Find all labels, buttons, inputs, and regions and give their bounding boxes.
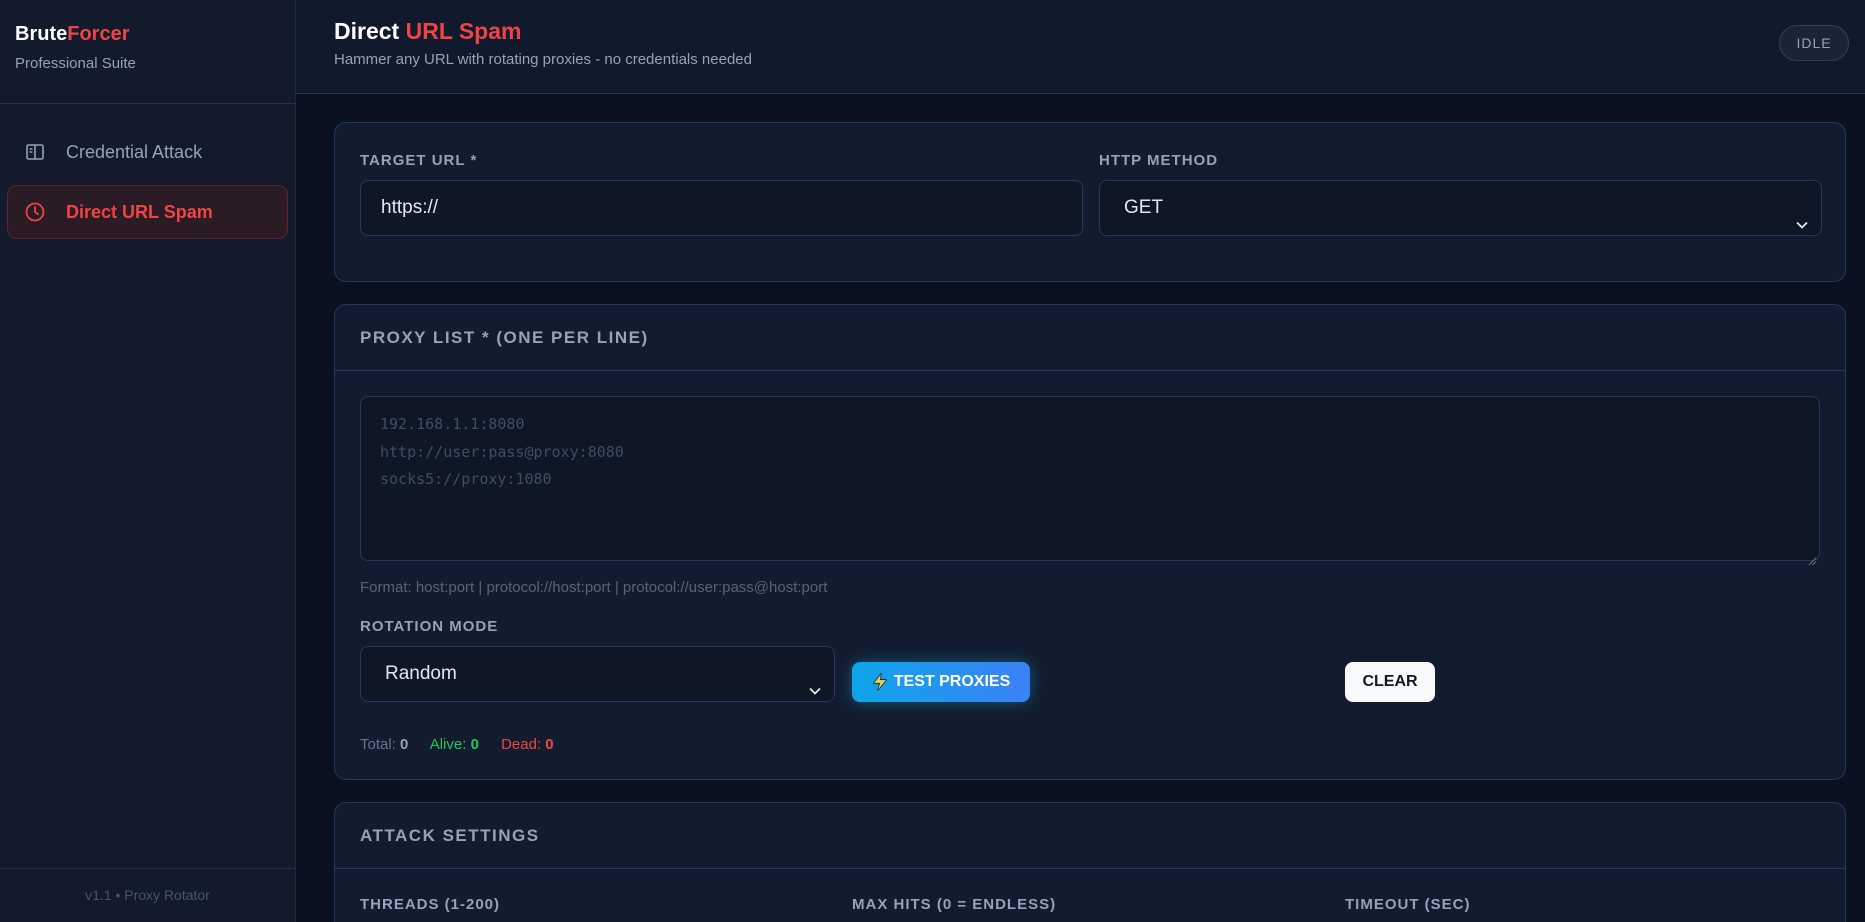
brand-title: BruteForcer	[15, 22, 280, 46]
page-title-second: URL Spam	[405, 18, 522, 44]
proxy-section-title: PROXY LIST * (ONE PER LINE)	[335, 305, 1845, 371]
stat-alive: Alive: 0	[430, 736, 479, 753]
sidebar-item-credential-attack[interactable]: Credential Attack	[7, 125, 288, 179]
brand-subtitle: Professional Suite	[15, 55, 136, 72]
clock-icon	[24, 201, 46, 223]
http-method-label: HTTP METHOD	[1099, 152, 1219, 169]
sidebar-panel-icon	[24, 141, 46, 163]
sidebar: BruteForcer Professional Suite Credentia…	[0, 0, 296, 922]
chevron-down-icon	[1795, 200, 1809, 229]
placeholder-line: socks5://proxy:1080	[380, 470, 552, 488]
placeholder-line: http://user:pass@proxy:8080	[380, 442, 624, 461]
placeholder-line: 192.168.1.1:8080	[380, 415, 525, 433]
max-hits-label: MAX HITS (0 = ENDLESS)	[852, 896, 1057, 913]
stat-total-value: 0	[400, 736, 409, 753]
page-title-first: Direct	[334, 18, 400, 44]
stat-dead-value: 0	[545, 736, 554, 753]
sidebar-item-label: Credential Attack	[66, 141, 203, 162]
test-proxies-button[interactable]: TEST PROXIES	[852, 662, 1030, 702]
proxy-list-textarea[interactable]: 192.168.1.1:8080 http://user:pass@proxy:…	[360, 396, 1820, 566]
page-title: Direct URL Spam	[334, 18, 521, 45]
stat-dead-label: Dead:	[501, 736, 542, 753]
test-proxies-label: TEST PROXIES	[893, 673, 1011, 690]
http-method-select[interactable]: GET	[1099, 180, 1822, 236]
target-url-input[interactable]: https://	[360, 180, 1083, 236]
stat-total-label: Total:	[360, 736, 396, 753]
target-url-label: TARGET URL *	[360, 152, 478, 169]
stat-alive-value: 0	[470, 736, 479, 753]
stat-alive-label: Alive:	[429, 736, 467, 753]
target-card: TARGET URL * https:// HTTP METHOD GET	[334, 122, 1846, 282]
sidebar-nav: Credential Attack Direct URL Spam	[0, 104, 295, 239]
brand-name-first: Brute	[15, 23, 68, 45]
threads-label: THREADS (1-200)	[360, 896, 501, 913]
resize-handle-icon[interactable]	[1807, 548, 1817, 566]
http-method-value: GET	[1124, 197, 1164, 218]
sidebar-item-direct-url-spam[interactable]: Direct URL Spam	[7, 185, 288, 239]
proxy-card: PROXY LIST * (ONE PER LINE) 192.168.1.1:…	[334, 304, 1846, 780]
sidebar-item-label: Direct URL Spam	[66, 201, 213, 222]
version-footer: v1.1 • Proxy Rotator	[0, 868, 295, 922]
attack-settings-card: ATTACK SETTINGS THREADS (1-200) MAX HITS…	[334, 802, 1846, 922]
proxy-stats: Total: 0 Alive: 0 Dead: 0	[360, 736, 572, 753]
timeout-label: TIMEOUT (SEC)	[1345, 896, 1471, 913]
page-subtitle: Hammer any URL with rotating proxies - n…	[334, 51, 752, 68]
rotation-mode-select[interactable]: Random	[360, 646, 835, 702]
clear-button[interactable]: CLEAR	[1345, 662, 1435, 702]
rotation-mode-value: Random	[385, 663, 457, 684]
brand: BruteForcer Professional Suite	[0, 0, 295, 104]
chevron-down-icon	[808, 666, 822, 695]
attack-section-title: ATTACK SETTINGS	[335, 803, 1845, 869]
stat-total: Total: 0	[360, 736, 408, 753]
brand-name-second: Forcer	[67, 23, 130, 45]
status-badge: IDLE	[1779, 25, 1849, 61]
rotation-mode-label: ROTATION MODE	[360, 618, 499, 635]
page-header: Direct URL Spam Hammer any URL with rota…	[296, 0, 1865, 94]
format-hint: Format: host:port | protocol://host:port…	[360, 579, 828, 596]
stat-dead: Dead: 0	[501, 736, 554, 753]
lightning-icon	[872, 673, 888, 691]
